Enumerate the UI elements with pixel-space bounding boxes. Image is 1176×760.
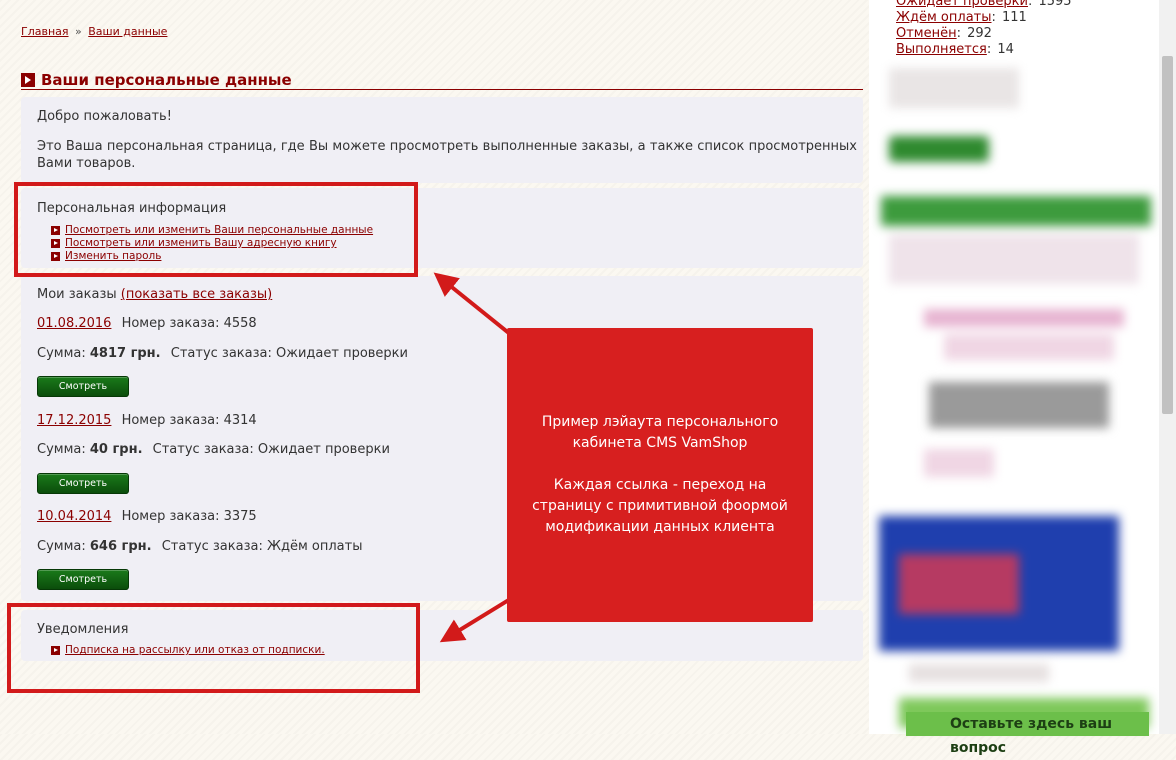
blurred-sidebar-content xyxy=(869,64,1159,734)
scrollbar[interactable] xyxy=(1159,0,1176,734)
status-row: Ожидает проверки: 1595 xyxy=(896,0,1072,10)
status-row: Ждём оплаты: 111 xyxy=(896,10,1027,25)
status-link[interactable]: Выполняется xyxy=(896,42,987,57)
status-link[interactable]: Отменён xyxy=(896,26,957,41)
order-status-stats: Ожидает проверки: 1595 Ждём оплаты: 111 … xyxy=(896,0,1072,58)
status-count: 14 xyxy=(997,42,1014,57)
callout-text-1: Пример лэйаута персонального кабинета CM… xyxy=(541,414,779,451)
status-count: 1595 xyxy=(1038,0,1072,9)
ask-question-button[interactable]: Оставьте здесь ваш вопрос xyxy=(906,712,1149,756)
right-sidebar: Ожидает проверки: 1595 Ждём оплаты: 111 … xyxy=(869,0,1159,734)
status-link[interactable]: Ожидает проверки xyxy=(896,0,1028,9)
callout-text-2: Каждая ссылка - переход на страницу с пр… xyxy=(532,477,788,535)
status-row: Выполняется: 14 xyxy=(896,42,1014,57)
status-row: Отменён: 292 xyxy=(896,26,992,41)
scrollbar-thumb[interactable] xyxy=(1162,56,1173,414)
status-count: 292 xyxy=(967,26,992,41)
status-count: 111 xyxy=(1002,10,1027,25)
annotation-callout: Пример лэйаута персонального кабинета CM… xyxy=(507,328,813,622)
status-link[interactable]: Ждём оплаты xyxy=(896,10,992,25)
